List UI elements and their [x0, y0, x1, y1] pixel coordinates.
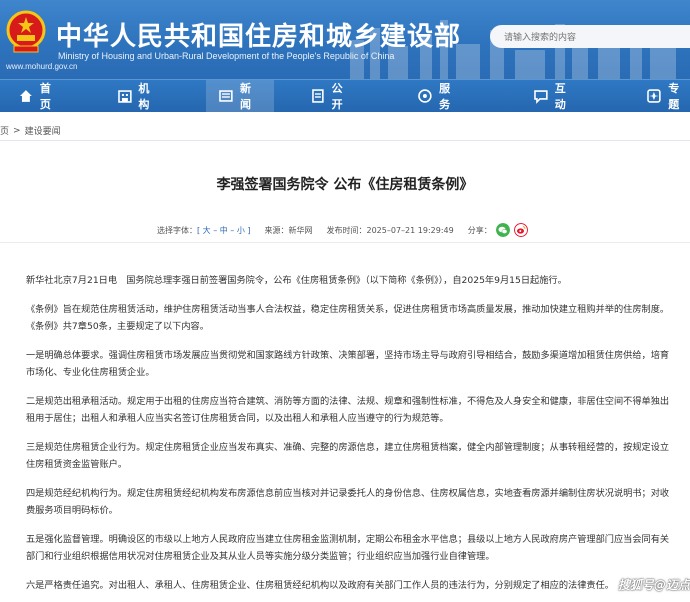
nav-label: 互动 [554, 82, 566, 111]
search-input[interactable] [490, 26, 690, 50]
nav-item-news[interactable]: 新闻 [206, 79, 274, 113]
nav-label: 专题 [668, 82, 680, 111]
article-paragraph: 三是规范住房租赁企业行为。规定住房租赁企业应当发布真实、准确、完整的房源信息，建… [26, 442, 670, 470]
nav-label: 公开 [331, 82, 343, 111]
source-label: 来源：新华网 [264, 225, 313, 235]
service-icon [418, 89, 432, 103]
watermark: 搜狐号@迈点 [617, 578, 690, 592]
national-emblem-icon [6, 10, 46, 53]
article-paragraph: 五是强化监督管理。明确设区的市级以上地方人民政府应当建立住房租金监测机制，定期公… [26, 534, 670, 562]
divider [0, 242, 690, 243]
article-paragraph: 四是规范经纪机构行为。规定住房租赁经纪机构发布房源信息前应当核对并记录委托人的身… [26, 488, 670, 516]
weibo-share-icon[interactable] [513, 223, 528, 237]
article-paragraph: 六是严格责任追究。对出租人、承租人、住房租赁企业、住房租赁经纪机构以及政府有关部… [26, 580, 614, 591]
nav-item-org[interactable]: 机构 [117, 80, 161, 113]
breadcrumb-current[interactable]: 建设要闻 [25, 124, 61, 137]
disclosure-icon [311, 89, 324, 103]
nav-item-interaction[interactable]: 互动 [533, 80, 577, 113]
breadcrumb-home[interactable]: 页 [0, 124, 9, 137]
article-paragraph: 二是规范出租承租活动。规定用于出租的住房应当符合建筑、消防等方面的法律、法规、规… [26, 396, 670, 424]
site-header: www.mohurd.gov.cn 中华人民共和国住房和城乡建设部 Minist… [0, 0, 690, 79]
article-paragraph: 《条例》旨在规范住房租赁活动，维护住房租赁活动当事人合法权益，稳定住房租赁关系，… [26, 304, 670, 332]
nav-item-home[interactable]: 首页 [18, 80, 62, 113]
nav-item-service[interactable]: 服务 [417, 80, 461, 113]
published-time: 发布时间：2025–07–21 19:29:49 [326, 225, 454, 235]
org-icon [117, 90, 132, 103]
font-size-label: 选择字体： [157, 225, 197, 235]
wechat-share-icon[interactable] [495, 223, 510, 237]
home-icon [19, 90, 32, 102]
font-size-selector[interactable]: [ 大 – 中 – 小 ] [197, 225, 251, 236]
nav-label: 首页 [39, 82, 51, 111]
article-paragraph: 一是明确总体要求。强调住房租赁市场发展应当贯彻党和国家路线方针政策、决策部署，坚… [26, 350, 670, 378]
article-meta: 选择字体： [ 大 – 中 – 小 ] 来源：新华网 发布时间：2025–07–… [157, 223, 528, 237]
article-title: 李强签署国务院令 公布《住房租赁条例》 [216, 177, 474, 193]
breadcrumb: 页 > 建设要闻 [0, 124, 65, 138]
nav-label: 服务 [439, 82, 451, 111]
search-box[interactable] [490, 25, 690, 50]
ministry-title: 中华人民共和国住房和城乡建设部 [56, 22, 462, 52]
article-paragraph: 新华社北京7月21日电 国务院总理李强日前签署国务院令，公布《住房租赁条例》（以… [26, 275, 567, 286]
topic-icon [647, 89, 662, 103]
nav-item-topic[interactable]: 专题 [646, 80, 690, 113]
site-url: www.mohurd.gov.cn [6, 62, 78, 71]
nav-item-disclosure[interactable]: 公开 [310, 80, 354, 113]
nav-label: 新闻 [239, 82, 251, 111]
ministry-title-english: Ministry of Housing and Urban-Rural Deve… [58, 51, 395, 61]
share-label: 分享： [467, 225, 492, 235]
nav-label: 机构 [138, 82, 150, 111]
breadcrumb-separator: > [13, 125, 21, 136]
news-icon [219, 90, 233, 102]
article-body: 新华社北京7月21日电 国务院总理李强日前签署国务院令，公布《住房租赁条例》（以… [26, 272, 674, 602]
main-nav: 首页 机构 新闻 公开 服务 互动 专题 [0, 79, 690, 113]
divider [0, 140, 690, 141]
interaction-icon [534, 90, 548, 104]
